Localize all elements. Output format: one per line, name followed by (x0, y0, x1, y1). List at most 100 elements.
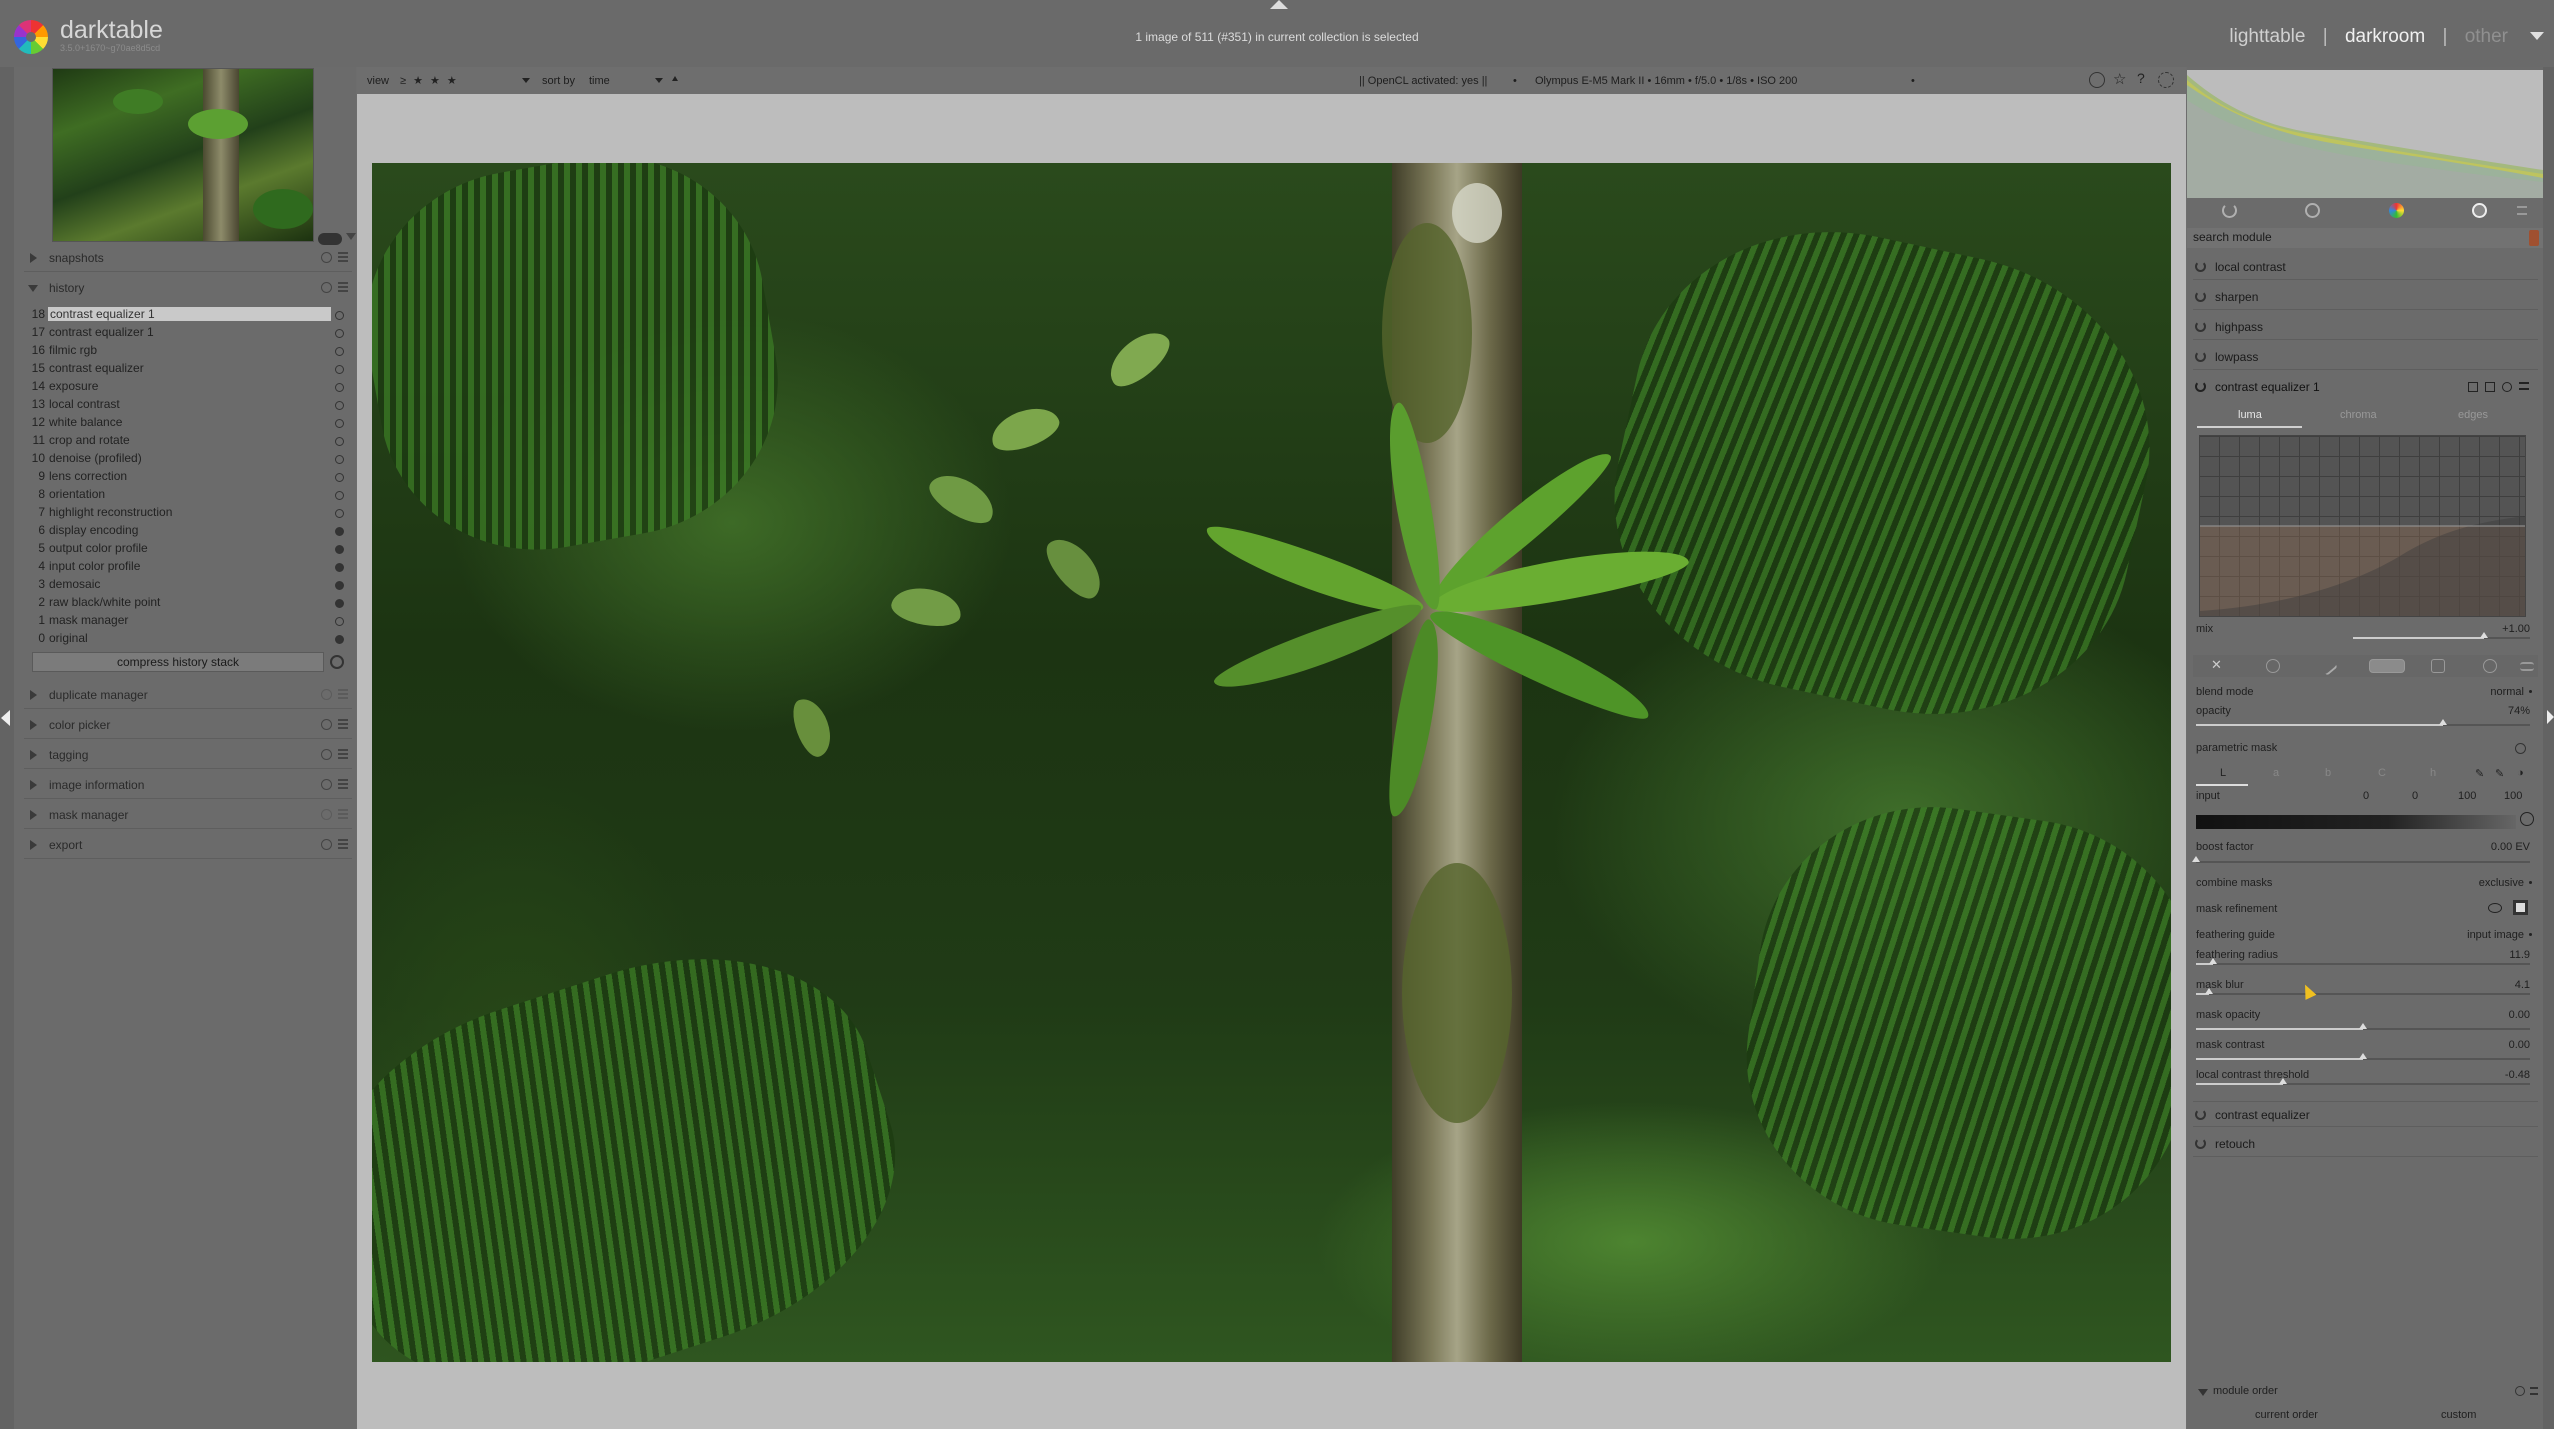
rating-filter[interactable]: ≥ ★ ★ ★ (400, 74, 459, 87)
history-item[interactable]: 4 input color profile (20, 559, 350, 577)
color-picker-icon[interactable]: ✎ (2475, 767, 2484, 780)
histogram[interactable] (2187, 70, 2543, 198)
power-icon[interactable] (2195, 291, 2206, 302)
slider-marker[interactable] (2208, 958, 2217, 964)
mask-contrast-slider[interactable]: mask contrast 0.00 (2193, 1038, 2538, 1068)
module-lowpass[interactable]: lowpass (2193, 344, 2538, 370)
module-order-section[interactable]: module order (2193, 1380, 2538, 1402)
view-lighttable[interactable]: lighttable (2229, 26, 2305, 47)
history-item[interactable]: 17 contrast equalizer 1 (20, 325, 350, 343)
history-item[interactable]: 1 mask manager (20, 613, 350, 631)
history-item[interactable]: 15 contrast equalizer (20, 361, 350, 379)
history-item[interactable]: 14 exposure (20, 379, 350, 397)
presets-icon[interactable] (338, 282, 348, 292)
feathering-radius-slider[interactable]: feathering radius 11.9 (2193, 948, 2538, 978)
reset-icon[interactable] (321, 252, 332, 263)
power-icon[interactable] (2195, 1109, 2206, 1120)
rating-dropdown-icon[interactable] (522, 78, 530, 83)
boost-factor-slider[interactable]: boost factor 0.00 EV (2192, 840, 2538, 870)
history-item[interactable]: 7 highlight reconstruction (20, 505, 350, 523)
presets-icon[interactable] (338, 719, 348, 729)
sort-dropdown-icon[interactable] (655, 78, 663, 83)
presets-icon[interactable] (338, 839, 348, 849)
section-mask-manager[interactable]: mask manager (20, 801, 356, 829)
presets-icon[interactable] (2519, 382, 2529, 390)
blend-mode-combo[interactable]: blend mode normal (2193, 682, 2538, 702)
drawn-parametric-mask-icon[interactable] (2431, 659, 2445, 673)
drawn-mask-icon[interactable] (2318, 656, 2338, 676)
parametric-mask-icon[interactable] (2369, 659, 2405, 673)
local-contrast-threshold-slider[interactable]: local contrast threshold -0.48 (2193, 1068, 2538, 1098)
mix-slider[interactable]: mix +1.00 (2193, 622, 2538, 652)
effects-group-tab-icon[interactable] (2472, 203, 2487, 218)
compress-history-button[interactable]: compress history stack (32, 652, 324, 672)
slider-marker[interactable] (2359, 1023, 2367, 1029)
color-picker-area-icon[interactable]: ✎ (2495, 767, 2504, 780)
channel-tab-h[interactable]: h (2430, 767, 2436, 779)
mask-indicator-icon[interactable] (2468, 382, 2478, 392)
multi-instance-icon[interactable] (2485, 382, 2495, 392)
slider-marker[interactable] (2278, 1078, 2287, 1084)
presets-icon[interactable] (338, 689, 348, 699)
history-item[interactable]: 0 original (20, 631, 350, 649)
presets-icon[interactable] (338, 749, 348, 759)
history-item[interactable]: 8 orientation (20, 487, 350, 505)
copy-history-icon[interactable] (330, 655, 344, 669)
combine-masks-combo[interactable]: combine masks exclusive (2193, 873, 2538, 893)
search-module-input[interactable]: search module (2187, 228, 2543, 248)
channel-tab-C[interactable]: C (2378, 767, 2386, 779)
reset-icon[interactable] (2502, 382, 2512, 392)
section-duplicate-manager[interactable]: duplicate manager (20, 681, 356, 709)
mask-blur-slider[interactable]: mask blur 4.1 (2193, 978, 2538, 1008)
color-group-tab-icon[interactable] (2389, 203, 2404, 218)
module-sharpen[interactable]: sharpen (2193, 284, 2538, 310)
slider-marker[interactable] (2439, 719, 2448, 725)
tab-chroma[interactable]: chroma (2340, 409, 2377, 421)
feathering-guide-combo[interactable]: feathering guide input image (2193, 925, 2538, 945)
history-item[interactable]: 9 lens correction (20, 469, 350, 487)
sort-value[interactable]: time (589, 75, 610, 87)
reset-icon[interactable] (321, 839, 332, 850)
focus-peaking-icon[interactable] (2089, 72, 2105, 88)
history-item[interactable]: 2 raw black/white point (20, 595, 350, 613)
history-item[interactable]: 5 output color profile (20, 541, 350, 559)
main-image[interactable] (372, 163, 2171, 1362)
help-icon[interactable]: ? (2137, 70, 2153, 86)
blend-off-icon[interactable]: ✕ (2211, 657, 2225, 672)
reset-icon[interactable] (321, 779, 332, 790)
module-contrast-equalizer-1-header[interactable]: contrast equalizer 1 (2193, 375, 2538, 399)
channel-tab-L[interactable]: L (2220, 767, 2226, 779)
presets-icon[interactable] (338, 252, 348, 262)
view-other[interactable]: other (2465, 26, 2508, 47)
reset-icon[interactable] (321, 719, 332, 730)
module-retouch[interactable]: retouch (2193, 1131, 2538, 1157)
invert-polarity-icon[interactable]: ◑ (2517, 767, 2524, 779)
history-item[interactable]: 11 crop and rotate (20, 433, 350, 451)
slider-marker[interactable] (2205, 988, 2214, 994)
reset-icon[interactable] (2515, 743, 2526, 754)
section-color-picker[interactable]: color picker (20, 711, 356, 739)
history-item[interactable]: 16 filmic rgb (20, 343, 350, 361)
star-icon[interactable]: ☆ (2113, 70, 2129, 88)
history-item[interactable]: 12 white balance (20, 415, 350, 433)
slider-marker[interactable] (2479, 632, 2488, 638)
mask-opacity-slider[interactable]: mask opacity 0.00 (2193, 1008, 2538, 1038)
reset-icon[interactable] (321, 749, 332, 760)
raster-mask-icon[interactable] (2483, 659, 2497, 673)
history-item[interactable]: 6 display encoding (20, 523, 350, 541)
tab-luma[interactable]: luma (2238, 409, 2262, 421)
power-icon[interactable] (2195, 261, 2206, 272)
navigation-thumbnail[interactable] (52, 68, 314, 242)
section-snapshots[interactable]: snapshots (20, 244, 356, 272)
presets-icon[interactable] (338, 779, 348, 789)
power-icon[interactable] (2195, 381, 2206, 392)
left-panel-edge[interactable] (0, 67, 14, 1429)
collapse-left-panel-arrow-icon[interactable] (1, 710, 10, 726)
base-group-tab-icon[interactable] (2305, 203, 2320, 218)
presets-icon[interactable] (2520, 662, 2534, 671)
module-contrast-equalizer[interactable]: contrast equalizer (2193, 1101, 2538, 1127)
right-panel-edge[interactable] (2543, 67, 2554, 1429)
history-item[interactable]: 10 denoise (profiled) (20, 451, 350, 469)
gear-icon[interactable] (2158, 72, 2174, 88)
power-icon[interactable] (2195, 1138, 2206, 1149)
